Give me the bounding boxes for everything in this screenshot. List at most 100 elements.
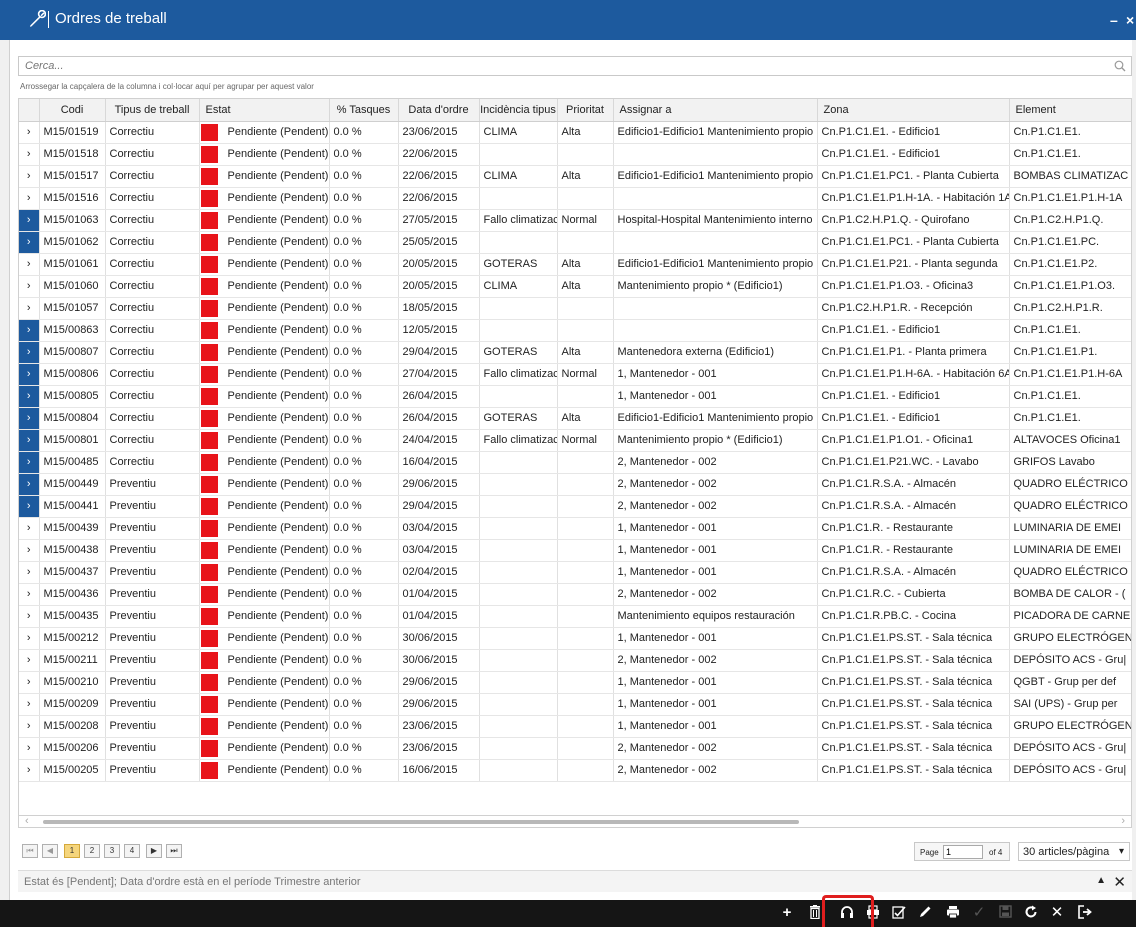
page-4-button[interactable]: 4	[124, 844, 140, 858]
row-expand-chevron-icon[interactable]: ›	[19, 517, 40, 540]
scroll-right-icon[interactable]: ›	[1121, 815, 1125, 827]
table-row[interactable]: › M15/00801 Correctiu Pendiente (Pendent) 0.…	[19, 429, 1131, 452]
table-row[interactable]: › M15/00205 Preventiu Pendiente (Pendent) 0.…	[19, 759, 1131, 782]
table-row[interactable]: › M15/01062 Correctiu Pendiente (Pendent) 0.…	[19, 231, 1131, 254]
table-row[interactable]: › M15/00863 Correctiu Pendiente (Pendent) 0.…	[19, 319, 1131, 342]
row-expand-chevron-icon[interactable]: ›	[19, 363, 40, 386]
column-header-tipus[interactable]: Tipus de treball	[105, 99, 200, 122]
row-expand-chevron-icon[interactable]: ›	[19, 143, 40, 166]
horizontal-scrollbar[interactable]: ‹ ›	[18, 815, 1132, 828]
row-expand-chevron-icon[interactable]: ›	[19, 671, 40, 694]
table-row[interactable]: › M15/00209 Preventiu Pendiente (Pendent) 0.…	[19, 693, 1131, 716]
table-row[interactable]: › M15/00804 Correctiu Pendiente (Pendent) 0.…	[19, 407, 1131, 430]
search-input[interactable]	[19, 57, 1099, 75]
save-icon[interactable]	[994, 902, 1016, 924]
row-expand-chevron-icon[interactable]: ›	[19, 319, 40, 342]
row-expand-chevron-icon[interactable]: ›	[19, 275, 40, 298]
table-row[interactable]: › M15/01516 Correctiu Pendiente (Pendent) 0.…	[19, 187, 1131, 210]
row-expand-chevron-icon[interactable]: ›	[19, 187, 40, 210]
table-row[interactable]: › M15/01063 Correctiu Pendiente (Pendent) 0.…	[19, 209, 1131, 232]
row-expand-chevron-icon[interactable]: ›	[19, 209, 40, 232]
page-2-button[interactable]: 2	[84, 844, 100, 858]
filter-description[interactable]: Estat és [Pendent]; Data d'ordre està en…	[24, 876, 361, 888]
column-header-zona[interactable]: Zona	[817, 99, 1010, 122]
page-size-select[interactable]: 30 articles/pàgina ▾	[1018, 842, 1130, 861]
table-row[interactable]: › M15/00208 Preventiu Pendiente (Pendent) 0.…	[19, 715, 1131, 738]
page-3-button[interactable]: 3	[104, 844, 120, 858]
table-row[interactable]: › M15/00438 Preventiu Pendiente (Pendent) 0.…	[19, 539, 1131, 562]
column-header-data[interactable]: Data d'ordre	[398, 99, 480, 122]
table-row[interactable]: › M15/00485 Correctiu Pendiente (Pendent) 0.…	[19, 451, 1131, 474]
row-expand-chevron-icon[interactable]: ›	[19, 407, 40, 430]
table-row[interactable]: › M15/00210 Preventiu Pendiente (Pendent) 0.…	[19, 671, 1131, 694]
table-row[interactable]: › M15/01519 Correctiu Pendiente (Pendent) 0.…	[19, 121, 1131, 144]
check-icon[interactable]: ✓	[968, 902, 990, 924]
table-row[interactable]: › M15/01517 Correctiu Pendiente (Pendent) 0.…	[19, 165, 1131, 188]
table-row[interactable]: › M15/00807 Correctiu Pendiente (Pendent) 0.…	[19, 341, 1131, 364]
row-expand-chevron-icon[interactable]: ›	[19, 627, 40, 650]
table-row[interactable]: › M15/00206 Preventiu Pendiente (Pendent) 0.…	[19, 737, 1131, 760]
row-expand-chevron-icon[interactable]: ›	[19, 539, 40, 562]
row-expand-chevron-icon[interactable]: ›	[19, 649, 40, 672]
pencil-icon[interactable]	[914, 902, 936, 924]
scrollbar-thumb[interactable]	[43, 820, 799, 824]
column-header-tasques[interactable]: % Tasques	[329, 99, 399, 122]
row-expand-chevron-icon[interactable]: ›	[19, 253, 40, 276]
row-expand-chevron-icon[interactable]: ›	[19, 473, 40, 496]
edit-check-icon[interactable]	[888, 902, 910, 924]
group-drop-hint[interactable]: Arrossegar la capçalera de la columna i …	[20, 82, 314, 91]
first-page-button[interactable]: ⏮	[22, 844, 38, 858]
table-row[interactable]: › M15/00212 Preventiu Pendiente (Pendent) 0.…	[19, 627, 1131, 650]
row-expand-chevron-icon[interactable]: ›	[19, 121, 40, 144]
row-expand-chevron-icon[interactable]: ›	[19, 341, 40, 364]
refresh-icon[interactable]	[1020, 902, 1042, 924]
column-header-element[interactable]: Element	[1009, 99, 1131, 122]
table-row[interactable]: › M15/00441 Preventiu Pendiente (Pendent) 0.…	[19, 495, 1131, 518]
minimize-button[interactable]: –	[1110, 12, 1118, 28]
row-expand-chevron-icon[interactable]: ›	[19, 451, 40, 474]
clear-filter-icon[interactable]: ✕	[1113, 873, 1126, 891]
close-window-button[interactable]: ×	[1126, 12, 1134, 28]
table-row[interactable]: › M15/00806 Correctiu Pendiente (Pendent) 0.…	[19, 363, 1131, 386]
page-number-input[interactable]	[943, 845, 983, 859]
table-row[interactable]: › M15/00211 Preventiu Pendiente (Pendent) 0.…	[19, 649, 1131, 672]
table-row[interactable]: › M15/00449 Preventiu Pendiente (Pendent) 0.…	[19, 473, 1131, 496]
row-expand-chevron-icon[interactable]: ›	[19, 583, 40, 606]
column-header-prioritat[interactable]: Prioritat	[557, 99, 614, 122]
column-header-assignar[interactable]: Assignar a	[613, 99, 818, 122]
collapse-filter-icon[interactable]: ▲	[1096, 875, 1106, 886]
close-icon[interactable]: ✕	[1046, 902, 1068, 924]
row-expand-chevron-icon[interactable]: ›	[19, 605, 40, 628]
exit-icon[interactable]	[1074, 902, 1096, 924]
row-expand-chevron-icon[interactable]: ›	[19, 759, 40, 782]
table-row[interactable]: › M15/00805 Correctiu Pendiente (Pendent) 0.…	[19, 385, 1131, 408]
column-header-incidencia[interactable]: Incidència tipus	[479, 99, 558, 122]
row-expand-chevron-icon[interactable]: ›	[19, 715, 40, 738]
table-row[interactable]: › M15/01518 Correctiu Pendiente (Pendent) 0.…	[19, 143, 1131, 166]
scroll-left-icon[interactable]: ‹	[25, 815, 29, 827]
row-expand-chevron-icon[interactable]: ›	[19, 429, 40, 452]
table-row[interactable]: › M15/00435 Preventiu Pendiente (Pendent) 0.…	[19, 605, 1131, 628]
row-expand-chevron-icon[interactable]: ›	[19, 165, 40, 188]
row-expand-chevron-icon[interactable]: ›	[19, 385, 40, 408]
printer-icon[interactable]	[942, 902, 964, 924]
row-expand-chevron-icon[interactable]: ›	[19, 495, 40, 518]
next-page-button[interactable]: ▶	[146, 844, 162, 858]
row-expand-chevron-icon[interactable]: ›	[19, 231, 40, 254]
table-row[interactable]: › M15/01057 Correctiu Pendiente (Pendent) 0.…	[19, 297, 1131, 320]
last-page-button[interactable]: ⏭	[166, 844, 182, 858]
row-expand-chevron-icon[interactable]: ›	[19, 737, 40, 760]
column-header-codi[interactable]: Codi	[39, 99, 106, 122]
table-row[interactable]: › M15/00437 Preventiu Pendiente (Pendent) 0.…	[19, 561, 1131, 584]
row-expand-chevron-icon[interactable]: ›	[19, 693, 40, 716]
table-row[interactable]: › M15/01060 Correctiu Pendiente (Pendent) 0.…	[19, 275, 1131, 298]
row-expand-chevron-icon[interactable]: ›	[19, 561, 40, 584]
page-1-button[interactable]: 1	[64, 844, 80, 858]
plus-icon[interactable]: +	[776, 902, 798, 924]
table-row[interactable]: › M15/00439 Preventiu Pendiente (Pendent) 0.…	[19, 517, 1131, 540]
search-icon[interactable]	[1114, 60, 1126, 72]
column-header-estat[interactable]: Estat	[199, 99, 330, 122]
table-row[interactable]: › M15/01061 Correctiu Pendiente (Pendent) 0.…	[19, 253, 1131, 276]
table-row[interactable]: › M15/00436 Preventiu Pendiente (Pendent) 0.…	[19, 583, 1131, 606]
prev-page-button[interactable]: ◀	[42, 844, 58, 858]
